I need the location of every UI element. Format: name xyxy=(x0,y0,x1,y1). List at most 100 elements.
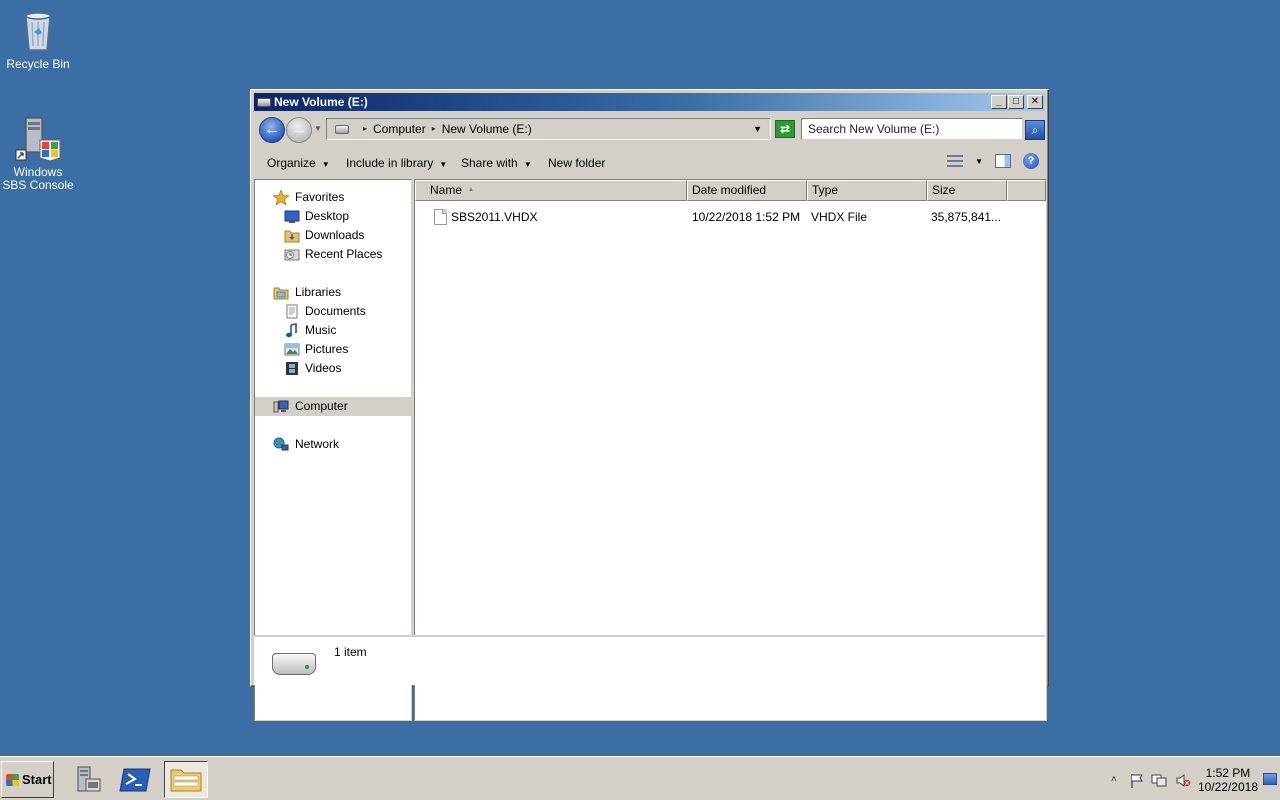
start-label: Start xyxy=(22,772,52,787)
nav-item-computer[interactable]: Computer xyxy=(255,397,411,416)
column-header-date-modified[interactable]: Date modified xyxy=(687,180,807,201)
nav-item-videos[interactable]: Videos xyxy=(255,359,411,378)
back-button[interactable]: ← xyxy=(259,117,285,143)
nav-item-desktop[interactable]: Desktop xyxy=(255,207,411,226)
table-row[interactable]: SBS2011.VHDX 10/22/2018 1:52 PM VHDX Fil… xyxy=(415,208,1046,226)
explorer-window: New Volume (E:) _ □ ✕ ← → ▼ ▸ Computer ▸… xyxy=(250,89,1049,721)
nav-label: Desktop xyxy=(305,209,350,223)
column-header-size[interactable]: Size xyxy=(927,180,1007,201)
windows-logo-icon xyxy=(6,774,19,786)
server-manager-icon xyxy=(77,766,101,792)
new-folder-button[interactable]: New folder xyxy=(548,156,605,170)
include-in-library-menu[interactable]: Include in library ▼ xyxy=(346,156,447,170)
system-tray: ˄ 1:52 PM 10/22/2018 xyxy=(1105,761,1280,798)
drive-icon xyxy=(257,98,271,107)
nav-item-network[interactable]: Network xyxy=(255,435,411,454)
file-date: 10/22/2018 1:52 PM xyxy=(692,210,801,224)
taskbar-server-manager-button[interactable] xyxy=(66,761,110,798)
network-globe-icon xyxy=(273,437,289,452)
include-in-library-label: Include in library xyxy=(346,156,434,170)
sort-ascending-icon: ▲ xyxy=(468,187,474,194)
star-icon xyxy=(271,188,291,206)
column-header-type[interactable]: Type xyxy=(807,180,927,201)
change-view-icon[interactable] xyxy=(947,155,964,167)
pictures-icon xyxy=(284,342,300,357)
help-icon[interactable]: ? xyxy=(1023,153,1039,169)
chevron-down-icon: ▼ xyxy=(321,160,330,169)
volume-muted-icon[interactable] xyxy=(1175,773,1191,791)
nav-label: Favorites xyxy=(295,190,345,204)
taskbar-explorer-button[interactable] xyxy=(164,761,208,798)
music-note-icon xyxy=(284,323,300,338)
address-history-chevron-down-icon[interactable]: ▼ xyxy=(753,119,762,139)
column-header-name[interactable]: Name ▲ xyxy=(415,180,687,201)
nav-item-recent-places[interactable]: Recent Places xyxy=(255,245,411,264)
file-type: VHDX File xyxy=(811,210,868,224)
show-hidden-icons-chevron-up-icon[interactable]: ˄ xyxy=(1111,774,1117,785)
maximize-button[interactable]: □ xyxy=(1008,95,1024,109)
nav-item-documents[interactable]: Documents xyxy=(255,302,411,321)
search-button[interactable]: ⌕ xyxy=(1025,120,1045,140)
nav-item-downloads[interactable]: Downloads xyxy=(255,226,411,245)
libraries-icon xyxy=(273,285,289,300)
drive-icon xyxy=(335,124,349,134)
network-status-icon[interactable] xyxy=(1151,773,1167,791)
refresh-button[interactable]: ⇄ xyxy=(775,120,795,138)
file-size: 35,875,841... xyxy=(931,210,1002,224)
column-header-filler xyxy=(1007,180,1046,201)
nav-label: Network xyxy=(295,437,340,451)
view-options-chevron-down-icon[interactable]: ▼ xyxy=(975,157,983,166)
breadcrumb-new-volume[interactable]: New Volume (E:) xyxy=(442,119,532,139)
column-label: Name xyxy=(430,183,463,197)
recent-places-icon xyxy=(284,247,300,262)
documents-icon xyxy=(284,304,300,319)
search-icon: ⌕ xyxy=(1031,123,1039,137)
film-strip-icon xyxy=(284,361,300,376)
close-button[interactable]: ✕ xyxy=(1027,95,1043,109)
computer-icon xyxy=(273,399,289,414)
desktop-icon xyxy=(284,209,300,224)
nav-item-libraries[interactable]: Libraries xyxy=(255,283,411,302)
taskbar-clock[interactable]: 1:52 PM 10/22/2018 xyxy=(1198,766,1258,794)
refresh-icon: ⇄ xyxy=(779,122,791,136)
nav-item-favorites[interactable]: Favorites xyxy=(255,188,411,207)
show-desktop-icon[interactable] xyxy=(1263,773,1277,785)
chevron-down-icon: ▼ xyxy=(523,160,532,169)
start-button[interactable]: Start xyxy=(1,761,54,798)
share-with-menu[interactable]: Share with ▼ xyxy=(461,156,532,170)
taskbar-powershell-button[interactable] xyxy=(114,761,158,798)
organize-label: Organize xyxy=(267,156,316,170)
action-center-flag-icon[interactable] xyxy=(1129,773,1145,791)
breadcrumb-separator-icon[interactable]: ▸ xyxy=(363,119,367,139)
item-count: 1 item xyxy=(334,645,367,659)
hard-drive-icon xyxy=(272,653,316,675)
nav-label: Documents xyxy=(305,304,366,318)
folder-icon xyxy=(170,769,202,792)
clock-time: 1:52 PM xyxy=(1205,766,1251,780)
nav-label: Music xyxy=(305,323,337,337)
nav-label: Videos xyxy=(305,361,342,375)
taskbar: Start ˄ 1:52 PM 10/22/2018 xyxy=(0,756,1280,800)
address-bar[interactable]: ▸ Computer ▸ New Volume (E:) ▼ xyxy=(326,118,771,140)
nav-item-music[interactable]: Music xyxy=(255,321,411,340)
command-bar: Organize ▼ Include in library ▼ Share with… xyxy=(254,148,1045,178)
breadcrumb-separator-icon[interactable]: ▸ xyxy=(432,119,436,139)
window-titlebar[interactable]: New Volume (E:) _ □ ✕ xyxy=(254,93,1045,111)
nav-label: Downloads xyxy=(305,228,365,242)
minimize-button[interactable]: _ xyxy=(991,95,1007,109)
desktop-icon-sbs-console[interactable]: Windows SBS Console xyxy=(0,114,76,192)
search-input[interactable]: Search New Volume (E:) xyxy=(801,118,1023,140)
desktop-icon-recycle-bin[interactable]: Recycle Bin xyxy=(0,6,76,71)
preview-pane-icon[interactable] xyxy=(995,154,1011,168)
nav-item-pictures[interactable]: Pictures xyxy=(255,340,411,359)
recent-pages-chevron-down-icon[interactable]: ▼ xyxy=(314,124,322,133)
forward-button[interactable]: → xyxy=(286,117,312,143)
powershell-icon xyxy=(119,768,151,792)
organize-menu[interactable]: Organize ▼ xyxy=(267,156,330,170)
share-with-label: Share with xyxy=(461,156,518,170)
desktop-icon-label: Recycle Bin xyxy=(6,57,70,71)
nav-label: Libraries xyxy=(295,285,342,299)
arrow-left-icon: ← xyxy=(264,121,280,138)
breadcrumb-computer[interactable]: Computer xyxy=(373,119,426,139)
nav-label: Pictures xyxy=(305,342,349,356)
